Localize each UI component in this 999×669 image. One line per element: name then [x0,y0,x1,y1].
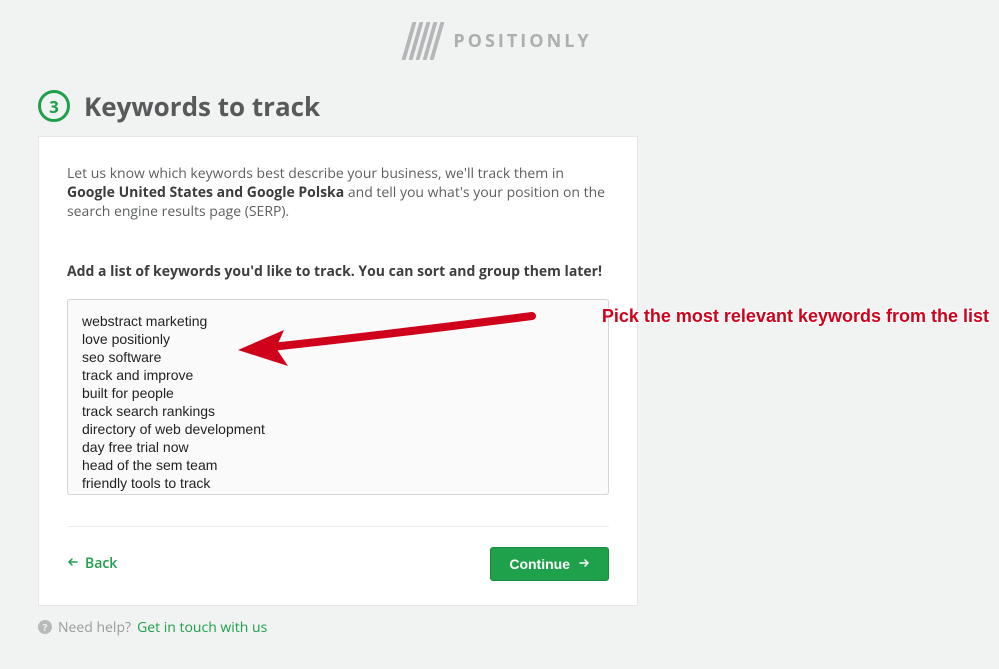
card-footer: Back Continue [67,547,609,581]
description-text: Let us know which keywords best describe… [67,165,609,222]
arrow-left-icon [67,554,79,573]
desc-engines: Google United States and Google Polska [67,183,344,202]
help-icon: ? [38,620,52,634]
back-button[interactable]: Back [67,554,117,573]
desc-prefix: Let us know which keywords best describe… [67,164,564,183]
divider [67,526,609,527]
continue-label: Continue [509,556,570,572]
back-label: Back [85,554,117,573]
step-header: 3 Keywords to track [0,88,999,124]
brand-header: POSITIONLY [0,0,999,88]
help-prefix: Need help? [58,618,131,637]
instructions-text: Add a list of keywords you'd like to tra… [67,262,609,281]
step-number-badge: 3 [38,90,70,122]
page-title: Keywords to track [84,88,320,124]
keywords-textarea[interactable] [67,299,609,495]
continue-button[interactable]: Continue [490,547,609,581]
annotation-callout: Pick the most relevant keywords from the… [602,306,989,327]
brand-name: POSITIONLY [453,29,591,53]
arrow-right-icon [578,556,590,572]
keywords-card: Let us know which keywords best describe… [38,136,638,606]
help-footer: ? Need help? Get in touch with us [0,606,999,637]
positionly-logo-icon [402,22,445,60]
help-link[interactable]: Get in touch with us [137,618,267,637]
